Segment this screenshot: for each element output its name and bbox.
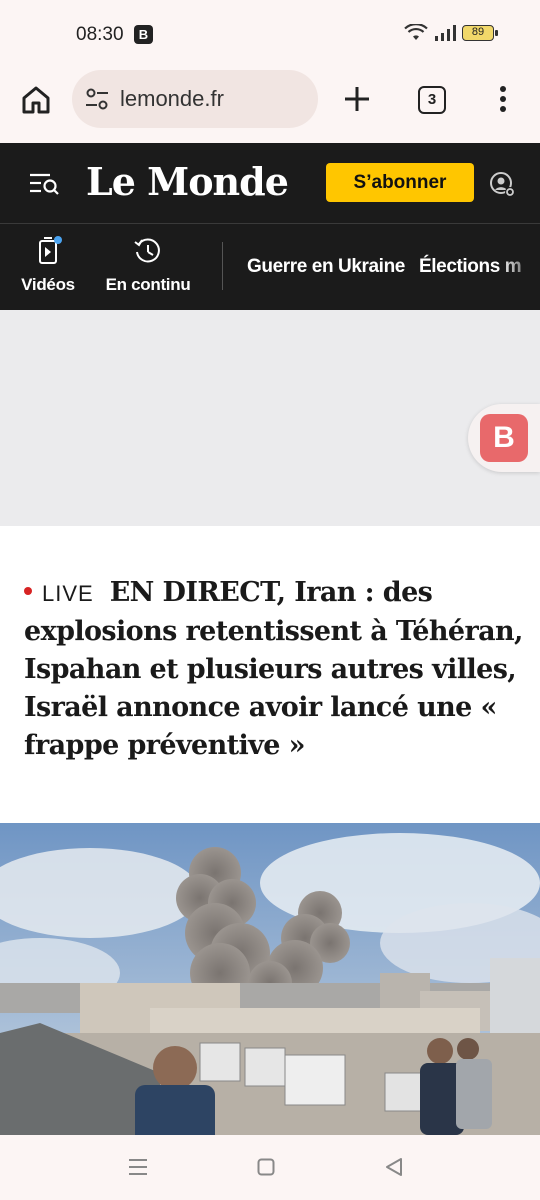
notification-badge: B bbox=[134, 25, 153, 44]
tab-switcher-icon[interactable]: 3 bbox=[418, 86, 446, 114]
account-settings-icon[interactable] bbox=[489, 171, 517, 199]
nav-en-continu[interactable]: En continu bbox=[104, 236, 192, 295]
video-icon bbox=[39, 236, 62, 264]
battery-icon: 89 bbox=[462, 25, 498, 41]
site-settings-icon[interactable] bbox=[84, 86, 110, 112]
url-text[interactable]: lemonde.fr bbox=[120, 86, 224, 112]
nav-link-ukraine[interactable]: Guerre en Ukraine bbox=[247, 256, 405, 278]
menu-search-icon[interactable] bbox=[28, 171, 60, 197]
site-logo[interactable]: Le Monde bbox=[86, 159, 289, 204]
plus-icon[interactable] bbox=[342, 84, 372, 114]
status-time: 08:30 bbox=[76, 24, 124, 45]
live-dot-icon bbox=[24, 586, 32, 595]
subscribe-button[interactable]: S’abonner bbox=[326, 163, 474, 202]
recent-apps-icon[interactable] bbox=[128, 1157, 148, 1177]
address-bar[interactable]: lemonde.fr bbox=[72, 70, 318, 128]
floating-b-icon: B bbox=[480, 414, 528, 462]
back-icon[interactable] bbox=[385, 1157, 403, 1177]
headline-text[interactable]: EN DIRECT, Iran : des explosions retenti… bbox=[24, 577, 523, 761]
article-photo[interactable] bbox=[0, 823, 540, 1135]
ad-placeholder bbox=[0, 310, 540, 526]
article-headline[interactable]: LIVE EN DIRECT, Iran : des explosions ret… bbox=[24, 574, 524, 765]
nav-videos-label: Vidéos bbox=[21, 275, 75, 294]
history-icon bbox=[134, 238, 160, 263]
nav-divider bbox=[222, 242, 223, 290]
live-tag: LIVE bbox=[42, 581, 94, 606]
floating-extension-button[interactable]: B bbox=[468, 404, 540, 472]
more-vert-icon[interactable] bbox=[496, 84, 510, 114]
signal-icon bbox=[435, 25, 456, 41]
status-icons: 89 bbox=[404, 24, 498, 42]
section-nav: Vidéos En continu Guerre en Ukraine Élec… bbox=[0, 224, 540, 310]
status-bar: 08:30 B 89 bbox=[0, 0, 540, 70]
wifi-icon bbox=[404, 24, 428, 40]
photo-illustration bbox=[0, 823, 540, 1135]
home-icon[interactable] bbox=[20, 84, 52, 116]
home-nav-icon[interactable] bbox=[257, 1158, 275, 1176]
nav-en-continu-label: En continu bbox=[105, 275, 191, 294]
browser-toolbar: lemonde.fr 3 bbox=[0, 70, 540, 143]
system-navigation-bar bbox=[0, 1135, 540, 1200]
nav-fade bbox=[500, 224, 540, 310]
site-header: Le Monde S’abonner bbox=[0, 143, 540, 224]
nav-videos[interactable]: Vidéos bbox=[18, 236, 78, 295]
